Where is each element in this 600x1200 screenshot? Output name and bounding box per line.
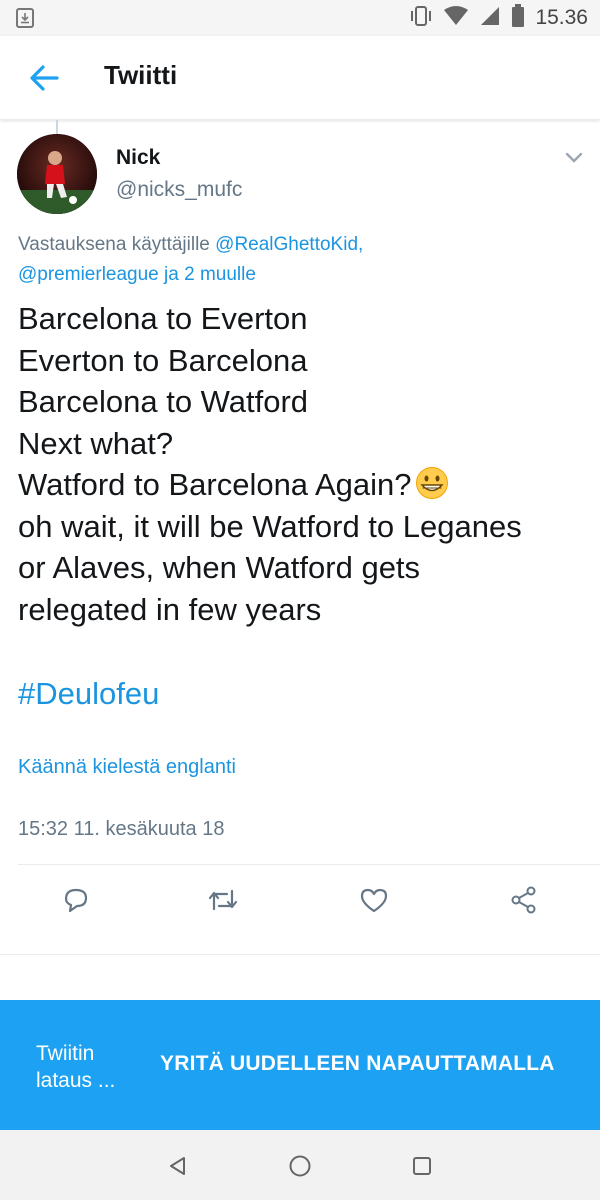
tweet-line: relegated in few years: [18, 591, 322, 627]
snackbar-message: Twiitin lataus ...: [36, 1042, 116, 1092]
arrow-left-icon: [29, 64, 59, 96]
author-name[interactable]: Nick: [116, 146, 160, 170]
chevron-down-icon[interactable]: [562, 146, 586, 170]
snackbar: Twiitin lataus ... YRITÄ UUDELLEEN NAPAU…: [0, 1000, 600, 1130]
tweet-line: Everton to Barcelona: [18, 342, 308, 378]
status-time: 15.36: [535, 6, 588, 29]
back-triangle-icon[interactable]: [160, 1148, 196, 1184]
reply-icon: [61, 885, 91, 920]
share-icon: [509, 885, 539, 920]
author-handle[interactable]: @nicks_mufc: [116, 178, 242, 202]
others-link[interactable]: ja 2 muulle: [159, 264, 256, 285]
share-button[interactable]: [506, 884, 542, 920]
status-bar: 15.36: [0, 0, 600, 36]
reply-context-line-2: @premierleague ja 2 muulle: [18, 264, 256, 286]
tweet-line: oh wait, it will be Watford to Leganes: [18, 508, 522, 544]
tweet-line-with-emoji: Watford to Barcelona Again?: [18, 464, 588, 506]
system-nav-bar: [0, 1130, 600, 1200]
divider: [18, 864, 600, 865]
translate-link[interactable]: Käännä kielestä englanti: [18, 756, 236, 779]
retry-button[interactable]: YRITÄ UUDELLEEN NAPAUTTAMALLA: [160, 1052, 555, 1076]
retweet-button[interactable]: [205, 884, 241, 920]
section-divider: [0, 954, 600, 955]
vibrate-icon: [409, 5, 433, 32]
like-button[interactable]: [356, 884, 392, 920]
battery-icon: [511, 3, 525, 33]
mention-link[interactable]: @premierleague: [18, 264, 159, 285]
reply-prefix: Vastauksena käyttäjille: [18, 234, 216, 255]
reply-context-line-1: Vastauksena käyttäjille @RealGhettoKid,: [18, 234, 363, 256]
app-bar: Twiitti: [0, 36, 600, 120]
back-button[interactable]: [22, 58, 66, 102]
tweet-line: or Alaves, when Watford gets: [18, 550, 421, 585]
home-circle-icon[interactable]: [282, 1148, 318, 1184]
tweet-timestamp: 15:32 11. kesäkuuta 18: [18, 818, 225, 840]
reply-button[interactable]: [58, 884, 94, 920]
mention-link[interactable]: @RealGhettoKid,: [215, 234, 363, 255]
wifi-icon: [443, 5, 469, 32]
download-notification-icon: [16, 8, 34, 28]
tweet-line: Barcelona to Watford: [18, 384, 309, 419]
tweet-text: Barcelona to Everton Everton to Barcelon…: [18, 298, 588, 630]
tweet-line: Next what?: [18, 425, 174, 461]
retweet-icon: [207, 885, 239, 920]
tweet-line: Barcelona to Everton: [18, 301, 308, 336]
tweet-line-text: Watford to Barcelona Again?: [18, 467, 412, 502]
page-title: Twiitti: [104, 60, 178, 90]
avatar[interactable]: [17, 134, 97, 214]
signal-icon: [479, 5, 501, 32]
hashtag-link[interactable]: #Deulofeu: [18, 676, 159, 712]
like-icon: [359, 886, 389, 919]
recents-square-icon[interactable]: [404, 1148, 440, 1184]
grinning-face-emoji: [415, 466, 449, 500]
